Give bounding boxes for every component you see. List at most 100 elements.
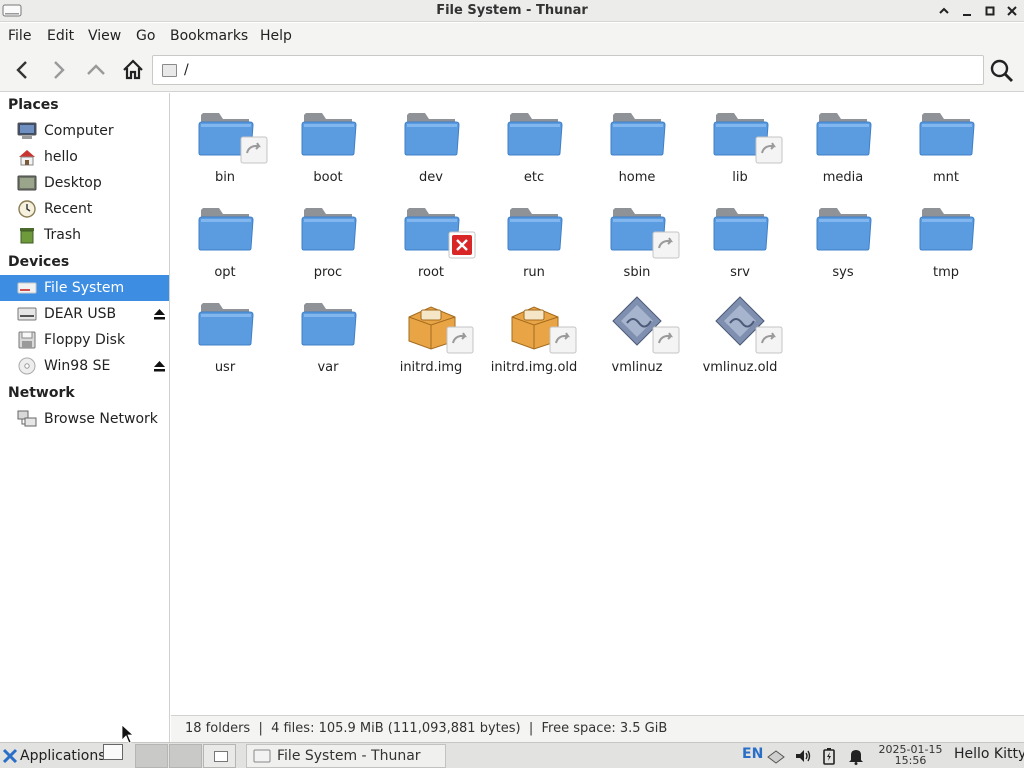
sidebar-item-desktop[interactable]: Desktop — [0, 170, 169, 196]
maximize-icon[interactable] — [980, 2, 1000, 20]
file-item-initrd-img[interactable]: initrd.img — [381, 287, 481, 377]
sidebar-item-browse-network[interactable]: Browse Network — [0, 406, 169, 432]
file-name: etc — [523, 170, 545, 185]
file-item-proc[interactable]: proc — [278, 192, 378, 282]
title-bar[interactable]: File System - Thunar — [0, 0, 1024, 22]
home-folder-icon — [19, 150, 35, 166]
menu-go[interactable]: Go — [136, 28, 155, 44]
search-icon — [990, 59, 1013, 82]
folder-icon — [404, 113, 460, 156]
file-item-vmlinuz[interactable]: vmlinuz — [587, 287, 687, 377]
file-name: mnt — [933, 170, 959, 185]
folder-icon — [198, 208, 254, 251]
battery-icon[interactable] — [822, 747, 836, 765]
sidebar-item-recent[interactable]: Recent — [0, 196, 169, 222]
taskbar: Applications File System - Thunar EN 202… — [0, 742, 1024, 768]
sidebar-item-hello[interactable]: hello — [0, 144, 169, 170]
sidebar-item-file-system[interactable]: File System — [0, 275, 169, 301]
sidebar-item-label: Computer — [44, 123, 114, 139]
file-item-var[interactable]: var — [278, 287, 378, 377]
network-tray-icon[interactable] — [766, 747, 786, 765]
eject-icon[interactable] — [153, 359, 166, 373]
workspace-2[interactable] — [169, 744, 202, 768]
file-item-media[interactable]: media — [793, 97, 893, 187]
chevron-up-icon[interactable] — [934, 2, 954, 20]
minimize-icon[interactable] — [957, 2, 977, 20]
search-button[interactable] — [986, 55, 1018, 85]
file-item-root[interactable]: root — [381, 192, 481, 282]
file-item-home[interactable]: home — [587, 97, 687, 187]
folder-icon — [610, 113, 666, 156]
file-item-bin[interactable]: bin — [175, 97, 275, 187]
status-bar: 18 folders | 4 files: 105.9 MiB (111,093… — [171, 715, 1024, 742]
file-item-boot[interactable]: boot — [278, 97, 378, 187]
folder-icon — [610, 208, 680, 259]
file-item-initrd-img-old[interactable]: initrd.img.old — [484, 287, 584, 377]
menu-file[interactable]: File — [8, 28, 31, 44]
home-button[interactable] — [117, 55, 149, 85]
sidebar-item-computer[interactable]: Computer — [0, 118, 169, 144]
show-desktop-icon[interactable] — [103, 744, 123, 760]
file-item-opt[interactable]: opt — [175, 192, 275, 282]
keyboard-layout[interactable]: EN — [742, 746, 763, 762]
devices-heading: Devices — [8, 254, 70, 270]
thunar-window: File System - Thunar File Edit View Go B… — [0, 0, 1024, 742]
file-name: var — [317, 360, 339, 375]
sidebar-item-dear-usb[interactable]: DEAR USB — [0, 301, 169, 327]
sidebar: Places Computer hello Desktop Recent Tra… — [0, 93, 170, 742]
sidebar-item-label: Browse Network — [44, 411, 158, 427]
close-icon[interactable] — [1002, 2, 1022, 20]
file-item-lib[interactable]: lib — [690, 97, 790, 187]
window-thumbnail-icon — [214, 751, 228, 762]
volume-icon[interactable] — [794, 747, 812, 765]
menu-bookmarks[interactable]: Bookmarks — [170, 28, 248, 44]
workspace-1[interactable] — [135, 744, 168, 768]
workspace-3[interactable] — [203, 744, 236, 768]
back-button[interactable] — [7, 55, 39, 85]
menu-view[interactable]: View — [88, 28, 121, 44]
folder-icon — [198, 303, 254, 346]
network-icon — [17, 410, 37, 427]
file-item-usr[interactable]: usr — [175, 287, 275, 377]
sidebar-item-label: Win98 SE — [44, 358, 111, 374]
location-path: / — [184, 62, 189, 78]
sidebar-item-win98-se[interactable]: Win98 SE — [0, 353, 169, 379]
notification-bell-icon[interactable] — [848, 747, 864, 765]
sidebar-item-floppy-disk[interactable]: Floppy Disk — [0, 327, 169, 353]
file-item-mnt[interactable]: mnt — [896, 97, 996, 187]
file-item-vmlinuz-old[interactable]: vmlinuz.old — [690, 287, 790, 377]
file-item-run[interactable]: run — [484, 192, 584, 282]
taskbar-window-thunar[interactable]: File System - Thunar — [246, 744, 446, 768]
file-name: usr — [214, 360, 236, 375]
folder-icon — [713, 208, 769, 251]
parent-folder-button[interactable] — [80, 55, 112, 85]
file-item-dev[interactable]: dev — [381, 97, 481, 187]
file-name: run — [523, 265, 545, 280]
eject-icon[interactable] — [153, 307, 166, 321]
user-name[interactable]: Hello Kitty — [954, 746, 1024, 762]
file-item-sbin[interactable]: sbin — [587, 192, 687, 282]
mouse-cursor-icon — [121, 724, 135, 744]
arrow-left-icon — [16, 61, 27, 79]
file-item-sys[interactable]: sys — [793, 192, 893, 282]
location-bar[interactable]: / — [152, 55, 984, 85]
file-name: home — [618, 170, 656, 185]
file-item-srv[interactable]: srv — [690, 192, 790, 282]
file-name: tmp — [932, 265, 959, 280]
menu-help[interactable]: Help — [260, 28, 292, 44]
menu-edit[interactable]: Edit — [47, 28, 74, 44]
clock-time: 15:56 — [894, 754, 927, 767]
kernel-file-icon — [715, 296, 783, 354]
file-item-etc[interactable]: etc — [484, 97, 584, 187]
desktop-icon — [17, 175, 37, 191]
file-view[interactable]: bin boot dev etc home lib media mnt opt proc root r… — [171, 93, 1024, 715]
clock-icon — [18, 200, 36, 218]
forward-button[interactable] — [42, 55, 74, 85]
clock[interactable]: 2025-01-15 15:56 — [873, 744, 948, 766]
file-name: dev — [419, 170, 443, 185]
folder-icon — [507, 113, 563, 156]
computer-icon — [17, 122, 37, 139]
sidebar-item-trash[interactable]: Trash — [0, 222, 169, 248]
file-item-tmp[interactable]: tmp — [896, 192, 996, 282]
file-name: lib — [732, 170, 748, 185]
